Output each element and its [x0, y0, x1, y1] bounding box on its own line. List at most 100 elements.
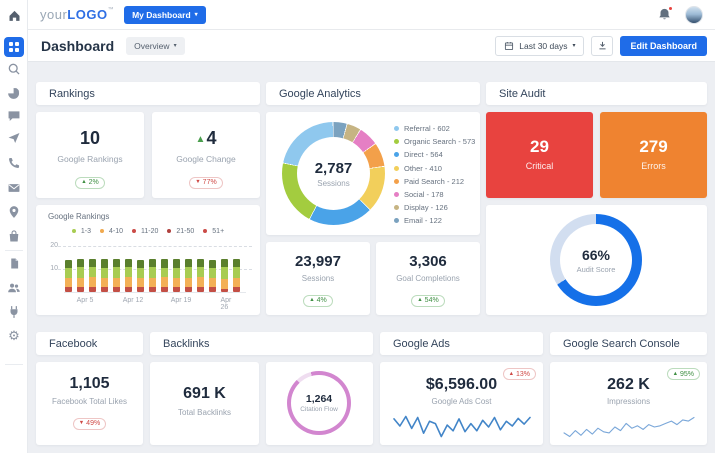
settings-gear-icon[interactable]: ⚙ — [6, 327, 22, 343]
x-tick: Apr 19 — [170, 297, 192, 304]
stacked-bar — [113, 258, 120, 292]
home-icon[interactable] — [6, 7, 22, 23]
google-rankings-stat-card: 10 Google Rankings ▲ 2% — [36, 112, 144, 198]
chart-title: Google Rankings — [48, 212, 110, 221]
total-backlinks-card: 691 K Total Backlinks — [150, 362, 259, 445]
search-console-section-header: Google Search Console — [550, 332, 707, 355]
errors-label: Errors — [641, 161, 666, 171]
stat-label: Google Ads Cost — [431, 397, 492, 406]
stat-label: Total Backlinks — [178, 408, 231, 417]
x-tick: Apr 5 — [76, 297, 94, 304]
pie-chart-icon[interactable] — [6, 85, 22, 101]
audit-score-value: 66% — [581, 246, 611, 263]
chat-icon[interactable] — [6, 108, 22, 124]
download-button[interactable] — [591, 35, 614, 56]
logo-tm: ™ — [107, 7, 115, 13]
location-icon[interactable] — [6, 204, 22, 220]
section-title: Google Analytics — [279, 88, 361, 100]
legend-item: Email - 122 — [394, 214, 475, 227]
stacked-bar — [77, 258, 84, 292]
change-badge: ▼ 77% — [189, 176, 223, 189]
sidebar: ⚙ — [0, 0, 28, 453]
donut-legend: Referral - 602 Organic Search - 573 Direct… — [394, 122, 475, 228]
stacked-bar — [137, 260, 144, 292]
send-icon[interactable] — [6, 130, 22, 146]
analytics-section-header: Google Analytics — [266, 82, 480, 105]
plug-icon[interactable] — [6, 304, 22, 320]
section-title: Rankings — [49, 88, 95, 100]
stat-value: 1,105 — [69, 375, 110, 392]
section-title: Backlinks — [163, 338, 210, 350]
errors-count: 279 — [639, 137, 668, 156]
analytics-donut-card: 2,787 Sessions Referral - 602 Organic Sea… — [266, 112, 480, 235]
stacked-bar — [65, 260, 72, 292]
dashboard-grid-icon — [9, 42, 19, 52]
stacked-bar — [173, 258, 180, 292]
my-dashboard-button[interactable]: My Dashboard ▾ — [124, 5, 206, 24]
legend-item: Other - 410 — [394, 162, 475, 175]
critical-count: 29 — [530, 137, 549, 156]
impressions-sparkline — [562, 416, 695, 438]
page-header: Dashboard Overview ▾ Last 30 days ▾ Edit… — [28, 30, 715, 62]
chevron-down-icon: ▾ — [572, 43, 576, 49]
facebook-section-header: Facebook — [36, 332, 143, 355]
legend-item: 1-3 — [71, 226, 91, 236]
ring-center-text: 1,264 Citation Flow — [287, 371, 351, 435]
audit-score-gauge: 66% Audit Score — [550, 214, 642, 306]
citation-flow-value: 1,264 — [305, 393, 333, 405]
document-icon[interactable] — [6, 255, 22, 271]
shopping-bag-icon[interactable] — [6, 228, 22, 244]
x-tick: Apr 12 — [122, 297, 144, 304]
legend-item: 21-50 — [167, 226, 194, 236]
legend-item: Paid Search - 212 — [394, 175, 475, 188]
stat-label: Goal Completions — [396, 274, 460, 283]
calendar-icon — [505, 41, 514, 50]
chevron-down-icon: ▾ — [173, 43, 177, 49]
goal-completions-stat-card: 3,306 Goal Completions ▲ 54% — [376, 242, 480, 315]
citation-flow-ring: 1,264 Citation Flow — [287, 371, 351, 435]
stat-value: 10 — [79, 128, 101, 148]
google-change-stat-card: ▲4 Google Change ▼ 77% — [152, 112, 260, 198]
sidebar-item-dashboard[interactable] — [4, 37, 24, 57]
date-range-label: Last 30 days — [519, 40, 568, 51]
change-badge: ▲ 13% — [502, 368, 536, 380]
legend-item: Social - 178 — [394, 188, 475, 201]
topbar: yourLOGO™ My Dashboard ▾ — [28, 0, 715, 30]
my-dashboard-label: My Dashboard — [132, 9, 191, 20]
edit-dashboard-button[interactable]: Edit Dashboard — [620, 35, 707, 56]
notifications-bell-icon[interactable] — [657, 5, 673, 23]
users-icon[interactable] — [6, 280, 22, 296]
change-badge: ▼ 49% — [72, 417, 107, 430]
stat-value: 691 K — [183, 385, 226, 402]
date-range-button[interactable]: Last 30 days ▾ — [495, 35, 585, 56]
stat-value: 3,306 — [409, 253, 447, 270]
stacked-bar — [125, 258, 132, 292]
logo-main: LOGO — [67, 7, 108, 22]
audit-score-card: 66% Audit Score — [486, 205, 707, 315]
stacked-bar — [185, 258, 192, 292]
logo-prefix: your — [40, 7, 68, 22]
sessions-total: 2,787 — [314, 159, 353, 177]
facebook-likes-card: 1,105 Facebook Total Likes ▼ 49% — [36, 362, 143, 445]
chart-legend: 1-3 4-10 11-20 21-50 51+ — [36, 226, 260, 236]
stat-label: Sessions — [301, 274, 335, 283]
stat-label: Impressions — [606, 397, 651, 406]
rankings-section-header: Rankings — [36, 82, 260, 105]
stat-label: Google Change — [176, 154, 236, 164]
google-ads-section-header: Google Ads — [380, 332, 543, 355]
y-tick: 20 — [50, 242, 58, 249]
donut-center-text: 2,787 Sessions — [282, 122, 385, 225]
mail-icon[interactable] — [6, 180, 22, 196]
phone-icon[interactable] — [6, 155, 22, 171]
google-ads-cost-card: ▲ 13% $6,596.00 Google Ads Cost — [380, 362, 543, 445]
user-avatar[interactable] — [685, 5, 703, 24]
stacked-bar — [209, 260, 216, 292]
search-icon[interactable] — [6, 61, 22, 77]
download-icon — [599, 41, 606, 50]
critical-label: Critical — [525, 161, 554, 171]
sessions-label: Sessions — [317, 178, 350, 188]
stat-label: Facebook Total Likes — [51, 397, 127, 406]
overview-dropdown[interactable]: Overview ▾ — [126, 36, 185, 55]
legend-item: Direct - 564 — [394, 148, 475, 161]
logo: yourLOGO™ — [40, 7, 114, 22]
